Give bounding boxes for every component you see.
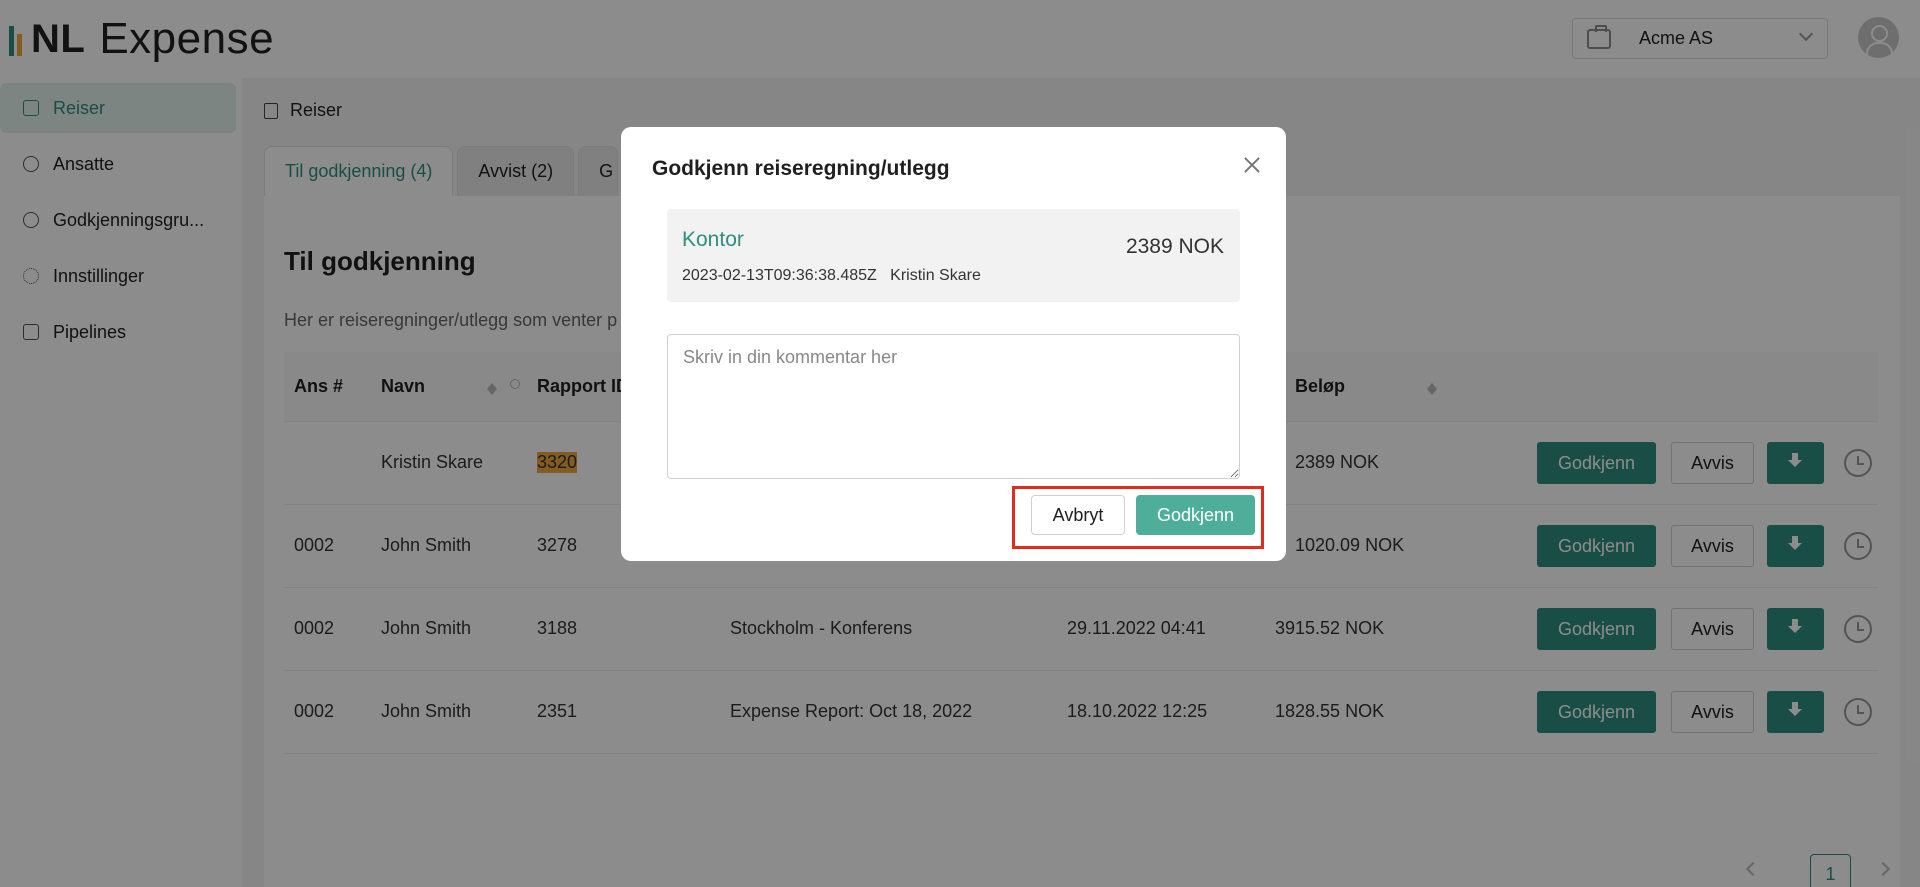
confirm-approve-button[interactable]: Godkjenn [1136,495,1255,535]
close-icon[interactable] [1241,155,1263,177]
approve-dialog: Godkjenn reiseregning/utlegg Kontor 2023… [621,127,1286,561]
comment-field[interactable] [667,334,1240,479]
dialog-title: Godkjenn reiseregning/utlegg [652,157,950,180]
cancel-button[interactable]: Avbryt [1031,495,1125,535]
expense-amount: 2389 NOK [1125,235,1224,258]
expense-meta: 2023-02-13T09:36:38.485Z Kristin Skare [682,267,981,284]
expense-summary: Kontor 2023-02-13T09:36:38.485Z Kristin … [667,209,1240,302]
expense-title: Kontor [682,228,744,251]
